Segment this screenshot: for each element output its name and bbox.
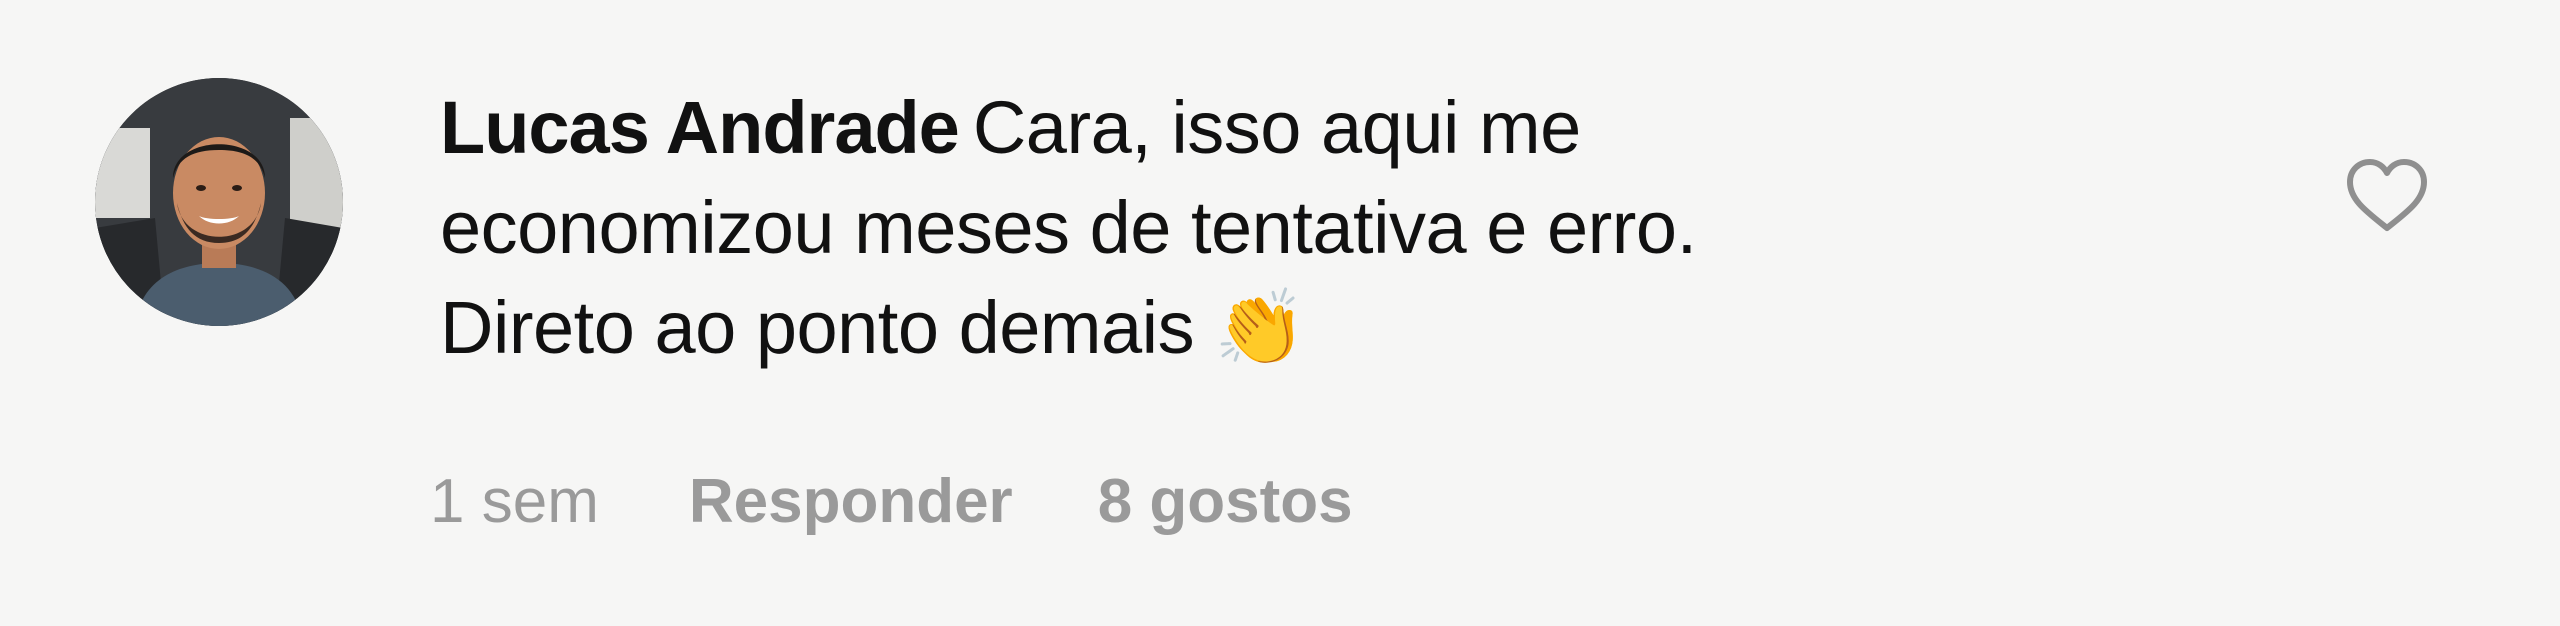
likes-count[interactable]: 8 gostos [1098,462,1353,542]
comment-text-line-2: economizou meses de tentativa e erro. [440,186,1697,269]
comment-author[interactable]: Lucas Andrade [440,86,960,169]
like-button[interactable] [2345,158,2429,234]
comment-body: Lucas Andrade Cara, isso aqui me economiz… [440,78,2140,378]
comment-text-line-3: Direto ao ponto demais [440,286,1195,369]
comment-text: Lucas Andrade Cara, isso aqui me economiz… [440,78,2140,378]
comment-text-line-1: Cara, isso aqui me [972,86,1581,169]
avatar-photo [95,78,343,326]
reply-button[interactable]: Responder [689,462,1013,542]
comment-meta: 1 sem Responder 8 gostos [430,462,1353,542]
comment-timestamp: 1 sem [430,467,599,536]
avatar[interactable] [95,78,343,326]
comment-item: Lucas Andrade Cara, isso aqui me economiz… [0,0,2560,626]
clapping-hands-emoji: 👏 [1214,285,1306,371]
heart-outline-icon [2347,159,2427,231]
